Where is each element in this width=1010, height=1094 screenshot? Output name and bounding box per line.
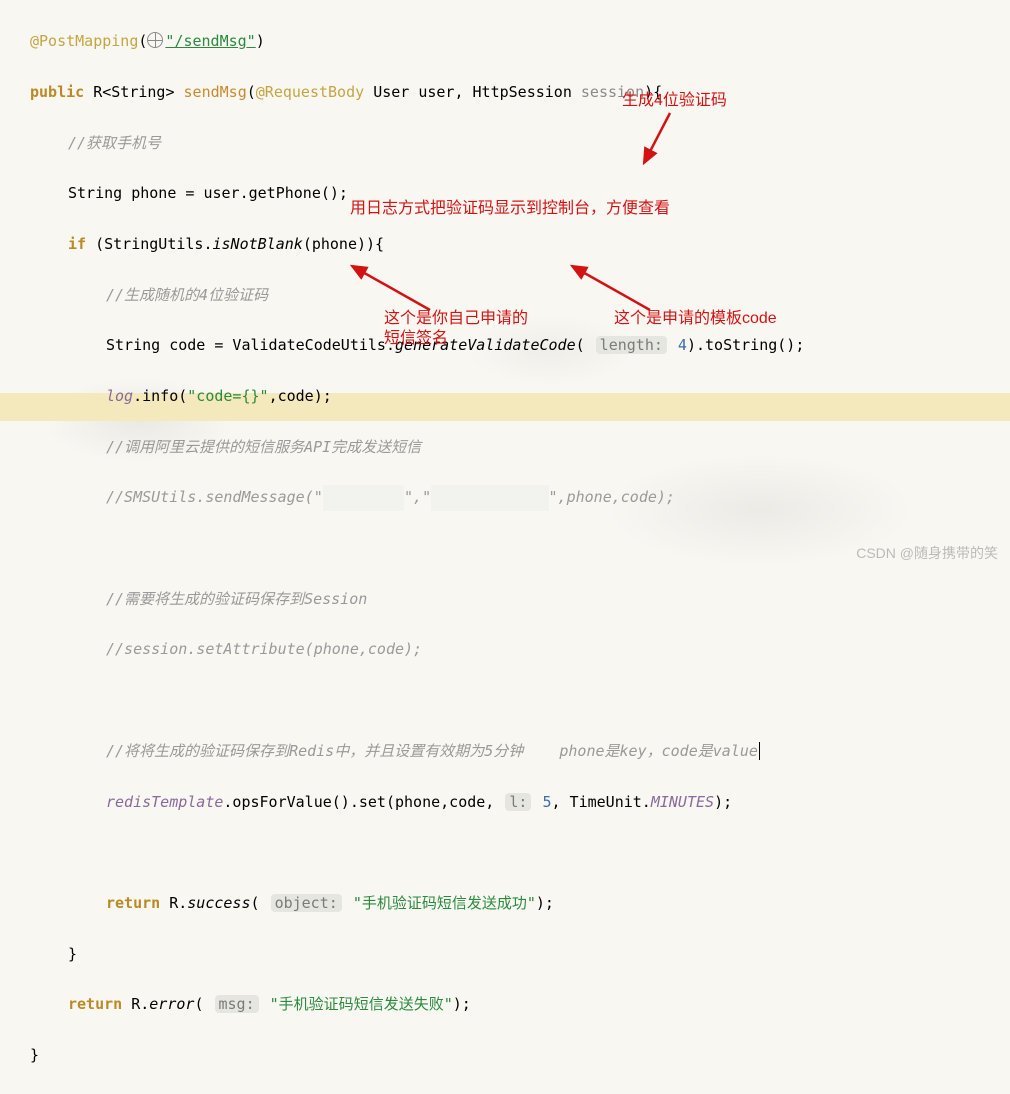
code-line: //将将生成的验证码保存到Redis中，并且设置有效期为5分钟 phone是ke…	[30, 739, 1010, 765]
code-line: return R.error( msg: "手机验证码短信发送失败");	[30, 992, 1010, 1018]
comment: //SMSUtils.sendMessage("xxxxxxxxx","xxxx…	[106, 488, 675, 506]
code-line: //SMSUtils.sendMessage("xxxxxxxxx","xxxx…	[30, 485, 1010, 511]
code-line	[30, 688, 1010, 714]
comment: //生成随机的4位验证码	[106, 286, 268, 304]
code-line	[30, 840, 1010, 866]
comment: //将将生成的验证码保存到Redis中，并且设置有效期为5分钟 phone是ke…	[106, 742, 758, 760]
method-name: sendMsg	[184, 83, 247, 101]
code-line: String phone = user.getPhone();	[30, 181, 1010, 207]
comment: //需要将生成的验证码保存到Session	[106, 590, 367, 608]
inline-param-hint: object:	[271, 894, 342, 912]
code-line: log.info("code={}",code);	[30, 384, 1010, 410]
code-line: }	[30, 1043, 1010, 1069]
code-line: }	[30, 942, 1010, 968]
code-line: //调用阿里云提供的短信服务API完成发送短信	[30, 435, 1010, 461]
code-line: //生成随机的4位验证码	[30, 283, 1010, 309]
redacted-text: xxxxxxxxx	[323, 485, 404, 510]
comment: //session.setAttribute(phone,code);	[106, 640, 422, 658]
code-line: public R<String> sendMsg(@RequestBody Us…	[30, 80, 1010, 106]
redacted-text: xxxxxxxxxxxxx	[431, 485, 548, 510]
comment: //调用阿里云提供的短信服务API完成发送短信	[106, 438, 421, 456]
code-line: //获取手机号	[30, 131, 1010, 157]
code-line: redisTemplate.opsForValue().set(phone,co…	[30, 790, 1010, 816]
annotation: @PostMapping	[30, 32, 138, 50]
inline-param-hint: msg:	[215, 995, 259, 1013]
code-line: if (StringUtils.isNotBlank(phone)){	[30, 232, 1010, 258]
code-line: @PostMapping("/sendMsg")	[30, 29, 1010, 55]
code-line: //session.setAttribute(phone,code);	[30, 637, 1010, 663]
code-line: //需要将生成的验证码保存到Session	[30, 587, 1010, 613]
globe-icon	[147, 32, 163, 48]
inline-param-hint: l:	[505, 793, 531, 811]
inline-param-hint: length:	[596, 336, 667, 354]
watermark: CSDN @随身携带的笑	[856, 542, 998, 566]
text-cursor	[759, 742, 760, 760]
code-line: return R.success( object: "手机验证码短信发送成功")…	[30, 891, 1010, 917]
string-literal-url: "/sendMsg"	[165, 32, 255, 50]
code-line: String code = ValidateCodeUtils.generate…	[30, 333, 1010, 359]
comment: //获取手机号	[68, 134, 161, 152]
field-ref: log	[106, 387, 133, 405]
